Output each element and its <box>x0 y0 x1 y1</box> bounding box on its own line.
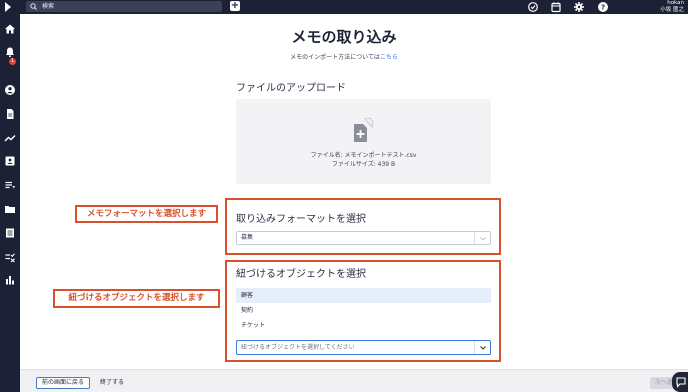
search-input[interactable]: 検索 <box>26 1 222 12</box>
file-upload-icon <box>354 117 374 142</box>
file-upload-dropzone[interactable]: ファイル名: メモインポートテスト.csv ファイルサイズ: 439 B <box>236 99 491 184</box>
format-selected-value: 募集 <box>241 234 254 241</box>
folder-icon[interactable] <box>3 202 17 216</box>
help-icon[interactable]: ? <box>597 1 609 13</box>
file-size: ファイルサイズ: 439 B <box>331 161 396 168</box>
format-highlight-box <box>225 198 501 255</box>
format-dropdown-toggle[interactable] <box>474 232 490 244</box>
object-callout: 紐づけるオブジェクトを選択します <box>53 289 220 308</box>
user-name: 小坂 匯之 <box>660 6 684 13</box>
search-placeholder: 検索 <box>42 3 55 10</box>
end-button[interactable]: 終了する <box>100 377 124 389</box>
gear-icon[interactable] <box>573 1 585 13</box>
search-icon <box>30 3 37 10</box>
user-menu[interactable]: hokan 小坂 匯之 <box>660 0 684 13</box>
format-callout: メモフォーマットを選択します <box>75 205 218 223</box>
trend-icon[interactable] <box>3 131 17 145</box>
object-select-placeholder: 紐づけるオブジェクトを選択してください <box>241 344 355 351</box>
back-button[interactable]: 前の画面に戻る <box>36 377 91 389</box>
object-dropdown-toggle[interactable] <box>474 341 490 354</box>
chevron-down-icon <box>480 346 486 350</box>
chat-widget[interactable] <box>672 372 688 392</box>
app-logo-icon[interactable] <box>3 1 13 13</box>
subtitle-text: メモのインポート方法については <box>290 54 380 61</box>
bar-chart-icon[interactable] <box>3 273 17 287</box>
ledger-icon[interactable] <box>3 226 17 240</box>
document-icon[interactable] <box>3 107 17 121</box>
object-option-customer[interactable]: 顧客 <box>236 288 491 303</box>
task-list-icon[interactable] <box>3 250 17 264</box>
sidebar: 1 <box>0 14 20 392</box>
chevron-down-icon <box>480 237 486 241</box>
object-heading: 紐づけるオブジェクトを選択 <box>236 269 366 280</box>
footer-bar: 前の画面に戻る 終了する 次へ進む <box>20 369 688 392</box>
upload-heading: ファイルのアップロード <box>236 83 346 94</box>
help-link[interactable]: こちら <box>380 54 398 61</box>
page-title: メモの取り込み <box>291 28 397 46</box>
check-circle-icon[interactable] <box>527 1 539 13</box>
user-circle-icon[interactable] <box>3 83 17 97</box>
contact-card-icon[interactable] <box>3 154 17 168</box>
format-select[interactable]: 募集 <box>236 231 491 245</box>
file-name: ファイル名: メモインポートテスト.csv <box>310 152 417 159</box>
add-button[interactable]: + <box>230 1 240 11</box>
svg-text:?: ? <box>601 4 605 12</box>
calendar-icon[interactable] <box>550 1 562 13</box>
object-select[interactable]: 紐づけるオブジェクトを選択してください <box>236 340 491 355</box>
chat-icon <box>676 377 686 388</box>
list-icon[interactable] <box>3 178 17 192</box>
top-bar: 検索 + ? hokan 小坂 匯之 <box>0 0 688 14</box>
object-option-ticket[interactable]: チケット <box>236 318 491 333</box>
page-subtitle: メモのインポート方法についてはこちら <box>0 52 688 61</box>
object-option-contract[interactable]: 契約 <box>236 303 491 318</box>
format-heading: 取り込みフォーマットを選択 <box>236 214 366 225</box>
